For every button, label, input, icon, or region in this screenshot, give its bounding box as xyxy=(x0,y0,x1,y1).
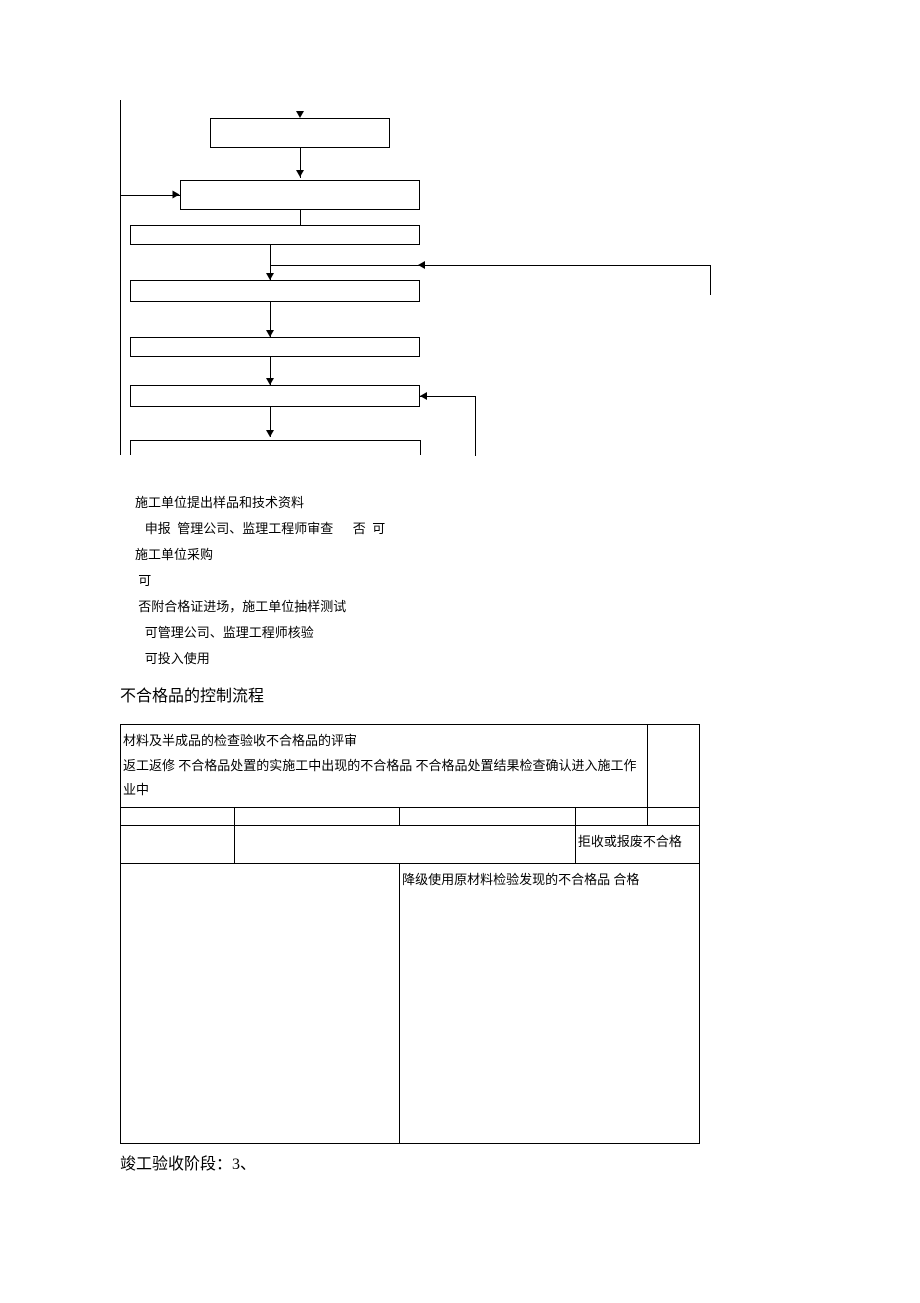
flow-box-1 xyxy=(210,118,390,148)
text-line-2: 申报 管理公司、监理工程师审查 否 可 xyxy=(135,516,800,542)
text-line-3: 施工单位采购 xyxy=(135,542,800,568)
table-cell-reject: 拒收或报废不合格 xyxy=(575,826,699,864)
text-line-1: 施工单位提出样品和技术资料 xyxy=(135,490,800,516)
section-title-nonconforming: 不合格品的控制流程 xyxy=(120,682,800,706)
flow-box-4 xyxy=(130,280,420,302)
flow-box-5 xyxy=(130,337,420,357)
text-line-4: 可 xyxy=(135,568,800,594)
flow-box-2 xyxy=(180,180,420,210)
flow-box-6 xyxy=(130,385,420,407)
text-line-6: 可管理公司、监理工程师核验 xyxy=(135,620,800,646)
table-header-text-2: 返工返修 不合格品处置的实施工中出现的不合格品 不合格品处置结果检查确认进入施工… xyxy=(123,754,645,803)
table-cell-downgrade: 降级使用原材料检验发现的不合格品 合格 xyxy=(400,864,700,1144)
nonconforming-table: 材料及半成品的检查验收不合格品的评审 返工返修 不合格品处置的实施工中出现的不合… xyxy=(120,724,700,1144)
flowchart-diagram xyxy=(120,100,720,470)
text-line-5: 否附合格证进场，施工单位抽样测试 xyxy=(135,594,800,620)
footer-title: 竣工验收阶段：3、 xyxy=(120,1150,800,1174)
flow-box-3 xyxy=(130,225,420,245)
text-line-7: 可投入使用 xyxy=(135,646,800,672)
table-header-text-1: 材料及半成品的检查验收不合格品的评审 xyxy=(123,729,645,754)
flowchart-text: 施工单位提出样品和技术资料 申报 管理公司、监理工程师审查 否 可 施工单位采购… xyxy=(135,490,800,672)
